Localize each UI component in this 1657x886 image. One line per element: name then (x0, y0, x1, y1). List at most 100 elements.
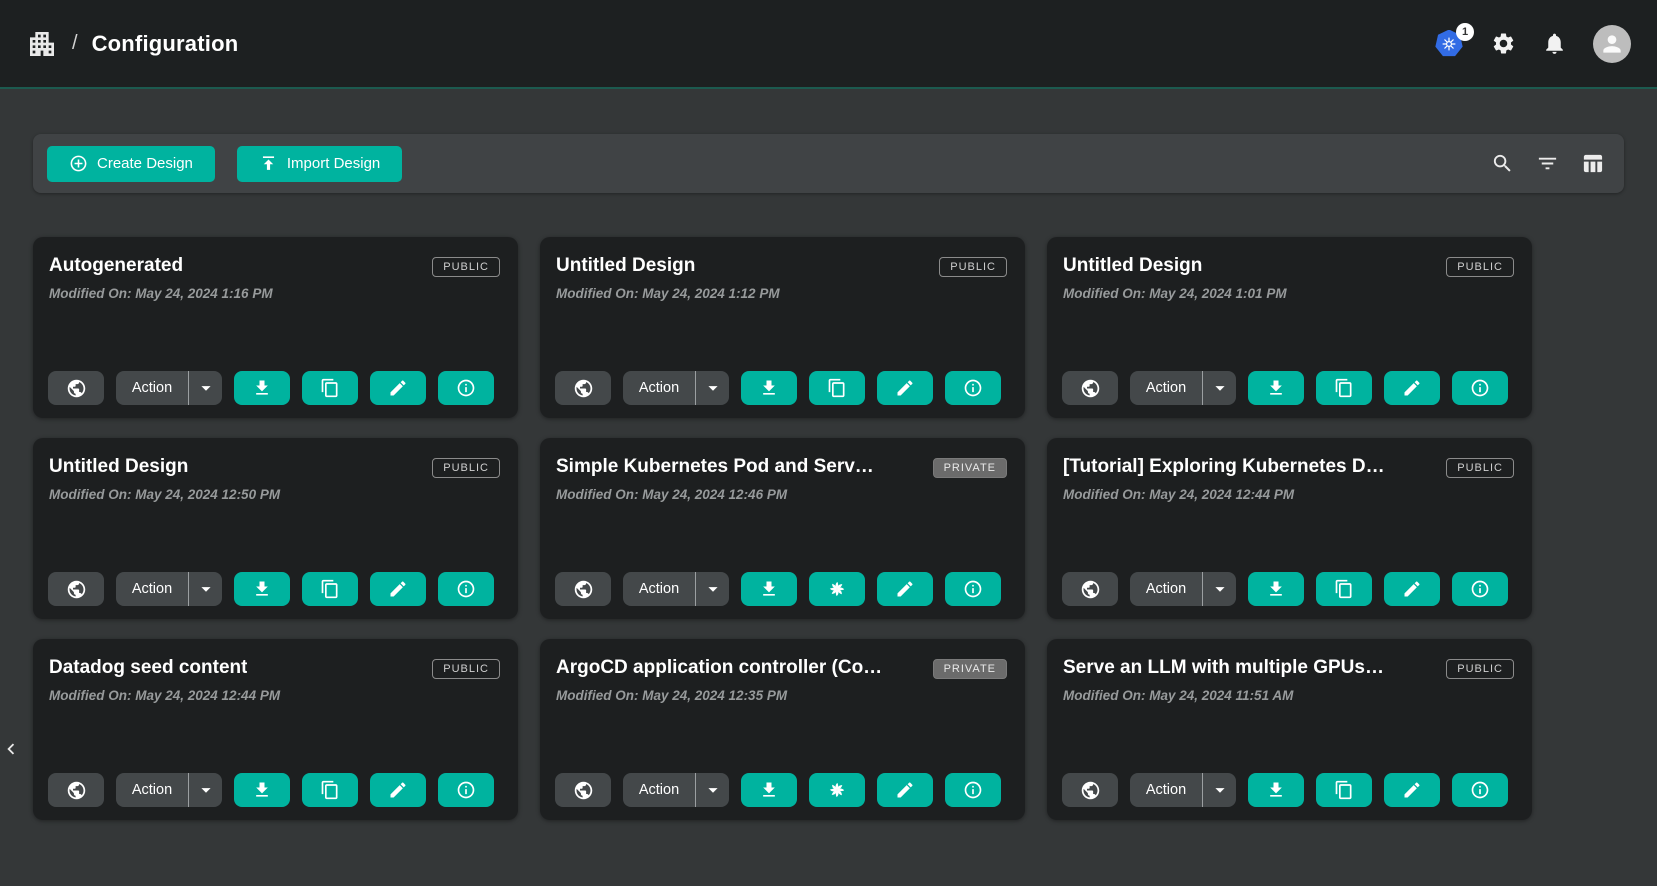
action-dropdown-toggle[interactable] (695, 572, 729, 606)
action-dropdown-toggle[interactable] (1202, 773, 1236, 807)
action-button[interactable]: Action (116, 371, 188, 405)
kubernetes-context-button[interactable]: 1 (1435, 30, 1465, 58)
dropdown-caret-icon (195, 377, 217, 399)
action-dropdown-toggle[interactable] (188, 773, 222, 807)
action-button-label: Action (1146, 380, 1186, 396)
import-design-button[interactable]: Import Design (237, 146, 402, 182)
info-button[interactable] (438, 371, 494, 405)
info-button[interactable] (1452, 773, 1508, 807)
edit-button[interactable] (370, 371, 426, 405)
visibility-globe-button[interactable] (555, 371, 611, 405)
visibility-badge: PUBLIC (939, 257, 1007, 277)
action-dropdown-toggle[interactable] (188, 371, 222, 405)
pattern-button[interactable] (809, 773, 865, 807)
download-button[interactable] (741, 773, 797, 807)
action-button[interactable]: Action (1130, 572, 1202, 606)
design-title: Simple Kubernetes Pod and Serv… (556, 456, 874, 478)
action-button[interactable]: Action (116, 773, 188, 807)
visibility-globe-button[interactable] (48, 773, 104, 807)
action-button[interactable]: Action (1130, 773, 1202, 807)
visibility-globe-button[interactable] (555, 572, 611, 606)
modified-on-text: Modified On: May 24, 2024 12:35 PM (556, 688, 1007, 703)
download-button[interactable] (234, 773, 290, 807)
visibility-globe-button[interactable] (48, 572, 104, 606)
action-split-button[interactable]: Action (623, 371, 729, 405)
action-button[interactable]: Action (623, 773, 695, 807)
action-dropdown-toggle[interactable] (695, 371, 729, 405)
table-view-icon[interactable] (1581, 152, 1604, 175)
download-button[interactable] (234, 371, 290, 405)
copy-button[interactable] (1316, 371, 1372, 405)
action-split-button[interactable]: Action (116, 773, 222, 807)
action-split-button[interactable]: Action (1130, 371, 1236, 405)
search-icon[interactable] (1491, 152, 1514, 175)
action-button[interactable]: Action (623, 572, 695, 606)
action-split-button[interactable]: Action (1130, 572, 1236, 606)
copy-button[interactable] (302, 773, 358, 807)
filter-icon[interactable] (1536, 152, 1559, 175)
download-button[interactable] (741, 371, 797, 405)
pattern-button[interactable] (809, 572, 865, 606)
edit-button[interactable] (370, 572, 426, 606)
info-button[interactable] (1452, 371, 1508, 405)
edit-button[interactable] (877, 572, 933, 606)
info-icon (1470, 579, 1490, 599)
info-button[interactable] (438, 572, 494, 606)
copy-button[interactable] (1316, 773, 1372, 807)
edit-button[interactable] (1384, 572, 1440, 606)
notifications-bell-icon[interactable] (1542, 31, 1567, 56)
action-button[interactable]: Action (623, 371, 695, 405)
action-button-label: Action (132, 380, 172, 396)
download-button[interactable] (1248, 773, 1304, 807)
action-split-button[interactable]: Action (623, 773, 729, 807)
action-button[interactable]: Action (116, 572, 188, 606)
action-button-label: Action (1146, 782, 1186, 798)
copy-icon (827, 378, 847, 398)
download-button[interactable] (234, 572, 290, 606)
edit-pencil-icon (895, 579, 915, 599)
action-split-button[interactable]: Action (116, 371, 222, 405)
visibility-globe-button[interactable] (1062, 773, 1118, 807)
download-button[interactable] (1248, 371, 1304, 405)
info-button[interactable] (1452, 572, 1508, 606)
edit-button[interactable] (1384, 773, 1440, 807)
visibility-globe-button[interactable] (48, 371, 104, 405)
info-button[interactable] (945, 371, 1001, 405)
copy-button[interactable] (1316, 572, 1372, 606)
visibility-globe-button[interactable] (555, 773, 611, 807)
settings-gear-icon[interactable] (1491, 31, 1516, 56)
info-button[interactable] (945, 773, 1001, 807)
action-split-button[interactable]: Action (116, 572, 222, 606)
sidebar-collapse-button[interactable] (0, 733, 22, 765)
visibility-globe-button[interactable] (1062, 572, 1118, 606)
action-button[interactable]: Action (1130, 371, 1202, 405)
download-button[interactable] (1248, 572, 1304, 606)
download-icon (252, 780, 272, 800)
action-dropdown-toggle[interactable] (1202, 371, 1236, 405)
info-icon (1470, 780, 1490, 800)
user-avatar[interactable] (1593, 25, 1631, 63)
edit-button[interactable] (877, 371, 933, 405)
copy-button[interactable] (302, 371, 358, 405)
download-button[interactable] (741, 572, 797, 606)
copy-icon (320, 780, 340, 800)
modified-on-text: Modified On: May 24, 2024 12:46 PM (556, 487, 1007, 502)
copy-button[interactable] (302, 572, 358, 606)
action-split-button[interactable]: Action (623, 572, 729, 606)
edit-button[interactable] (1384, 371, 1440, 405)
edit-pencil-icon (895, 780, 915, 800)
edit-button[interactable] (877, 773, 933, 807)
action-split-button[interactable]: Action (1130, 773, 1236, 807)
apartment-icon[interactable] (26, 28, 58, 60)
info-button[interactable] (438, 773, 494, 807)
create-design-button[interactable]: Create Design (47, 146, 215, 182)
action-dropdown-toggle[interactable] (1202, 572, 1236, 606)
action-dropdown-toggle[interactable] (695, 773, 729, 807)
copy-button[interactable] (809, 371, 865, 405)
edit-pencil-icon (1402, 579, 1422, 599)
action-dropdown-toggle[interactable] (188, 572, 222, 606)
info-button[interactable] (945, 572, 1001, 606)
visibility-globe-button[interactable] (1062, 371, 1118, 405)
edit-button[interactable] (370, 773, 426, 807)
edit-pencil-icon (1402, 780, 1422, 800)
